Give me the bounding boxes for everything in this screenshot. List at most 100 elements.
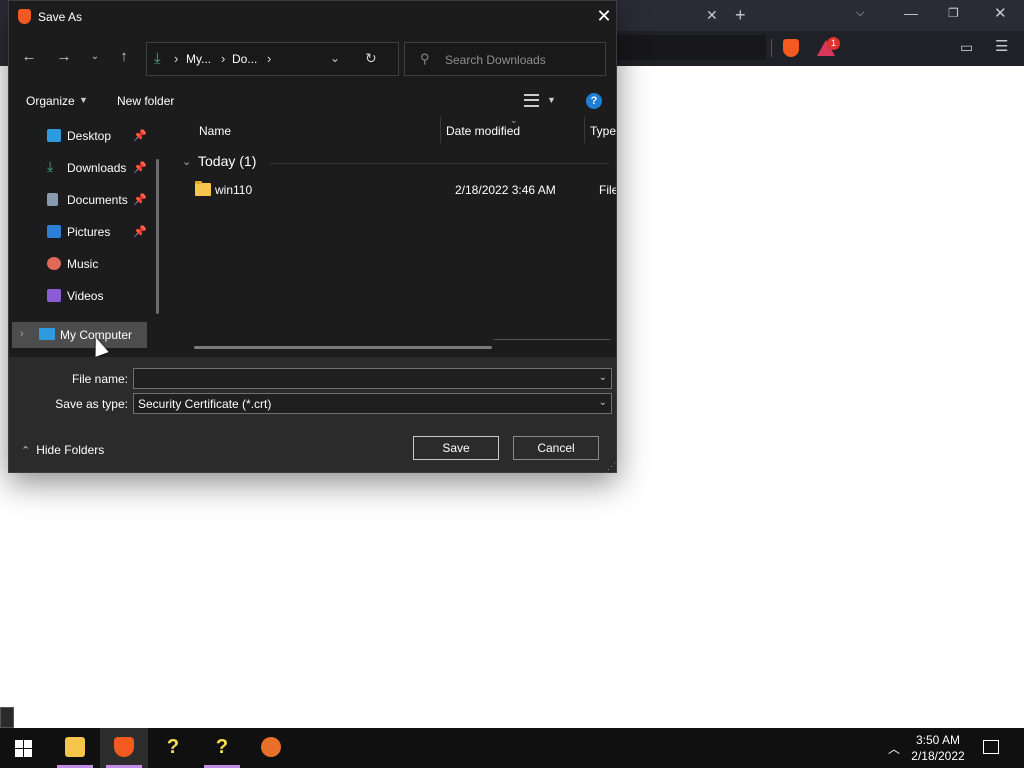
url-bar[interactable]: [616, 35, 766, 60]
refresh-icon[interactable]: ↻: [365, 50, 377, 67]
nav-item-music[interactable]: Music: [9, 249, 159, 277]
nav-item-pictures[interactable]: Pictures 📌: [9, 217, 159, 245]
new-folder-button[interactable]: New folder: [117, 94, 174, 108]
nav-item-label: Music: [67, 257, 99, 271]
nav-scrollbar[interactable]: [156, 159, 159, 314]
expand-chevron-icon[interactable]: ›: [20, 328, 24, 340]
music-icon: [47, 257, 61, 270]
start-button[interactable]: [15, 740, 32, 757]
nav-item-label: Desktop: [67, 129, 112, 143]
brave-app-icon: [18, 9, 31, 24]
up-arrow-icon[interactable]: ↑: [114, 47, 134, 67]
forward-arrow-icon[interactable]: →: [54, 47, 74, 67]
nav-item-my-computer[interactable]: › My Computer: [12, 322, 147, 348]
desktop-icon: [47, 129, 61, 142]
search-input[interactable]: ⚲ Search Downloads: [404, 42, 606, 76]
breadcrumb-my[interactable]: My...: [186, 52, 211, 66]
browser-tabstrip: ✕ + ⌵ — ❐ ✕: [616, 0, 1024, 31]
resize-grip-icon[interactable]: ⋰: [607, 461, 616, 472]
nav-item-desktop[interactable]: Desktop 📌: [9, 121, 159, 149]
group-collapse-chevron-icon[interactable]: ⌄: [182, 155, 191, 168]
back-arrow-icon[interactable]: ←: [19, 47, 39, 67]
breadcrumb-downloads[interactable]: Do...: [232, 52, 257, 66]
file-type: File folder: [599, 183, 616, 197]
nav-item-label: Documents: [67, 193, 128, 207]
save-type-dropdown-icon[interactable]: ⌄: [599, 397, 607, 408]
hide-folders-button[interactable]: ⌃ Hide Folders: [21, 443, 104, 457]
column-date-modified[interactable]: Date modified: [446, 124, 520, 138]
dialog-titlebar[interactable]: Save As ✕: [9, 1, 616, 32]
taskbar-clock[interactable]: 3:50 AM 2/18/2022: [906, 732, 970, 764]
minimize-icon[interactable]: —: [904, 6, 918, 20]
save-type-value: Security Certificate (*.crt): [138, 397, 272, 411]
file-date-modified: 2/18/2022 3:46 AM: [455, 183, 556, 197]
nav-item-documents[interactable]: Documents 📌: [9, 185, 159, 213]
file-name-dropdown-icon[interactable]: ⌄: [599, 372, 607, 383]
column-type[interactable]: Type: [590, 124, 616, 138]
unknown-app-icon: ?: [166, 736, 180, 758]
rewards-badge: 1: [827, 37, 840, 50]
pictures-icon: [47, 225, 61, 238]
windows-logo-icon: [15, 749, 23, 757]
tab-search-chevron-icon[interactable]: ⌵: [856, 8, 864, 19]
computer-icon: [39, 328, 55, 340]
column-divider[interactable]: [584, 117, 585, 143]
nav-item-label: Pictures: [67, 225, 111, 239]
taskbar-brave[interactable]: [100, 728, 148, 768]
help-icon[interactable]: ?: [586, 93, 602, 109]
crumb-separator-icon[interactable]: ›: [221, 51, 225, 66]
show-hidden-icons-chevron-icon[interactable]: ︿: [888, 740, 900, 757]
table-row[interactable]: win110 2/18/2022 3:46 AM File folder: [174, 177, 616, 201]
horizontal-scrollbar[interactable]: [194, 346, 492, 349]
documents-icon: [47, 193, 58, 206]
view-caret-icon[interactable]: ▼: [547, 95, 556, 105]
group-header[interactable]: ⌄ Today (1): [174, 153, 610, 173]
hide-folders-label: Hide Folders: [36, 443, 105, 457]
address-dropdown-icon[interactable]: ⌄: [330, 51, 340, 65]
brave-icon: [114, 737, 134, 757]
unknown-app-icon: ?: [215, 736, 229, 758]
notifications-icon[interactable]: [983, 740, 999, 754]
downloads-icon: ⤓: [47, 158, 54, 174]
column-name[interactable]: Name: [199, 124, 231, 138]
nav-item-downloads[interactable]: ⤓ Downloads 📌: [9, 153, 159, 181]
chevron-up-icon: ⌃: [21, 445, 31, 457]
taskbar-file-explorer[interactable]: [51, 728, 99, 768]
taskbar-firefox[interactable]: [247, 728, 295, 768]
clock-time: 3:50 AM: [915, 733, 961, 747]
navigation-pane: Desktop 📌 ⤓ Downloads 📌 Documents 📌 Pict…: [9, 119, 164, 355]
menu-icon[interactable]: ☰: [995, 39, 1008, 54]
tab-close-icon[interactable]: ✕: [706, 8, 718, 22]
nav-item-label: Downloads: [67, 161, 127, 175]
wallet-icon[interactable]: ▭: [960, 40, 973, 54]
window-close-icon[interactable]: ✕: [994, 6, 1007, 21]
taskbar-unknown-app[interactable]: ?: [149, 728, 197, 768]
crumb-separator-icon[interactable]: ›: [174, 51, 178, 66]
command-bar: Organize ▼ New folder ▼ ?: [9, 87, 616, 115]
taskbar-unknown-app[interactable]: ?: [198, 728, 246, 768]
windows-logo-icon: [24, 740, 32, 748]
group-label: Today (1): [198, 153, 257, 169]
new-tab-icon[interactable]: +: [735, 6, 746, 24]
file-name-input[interactable]: ⌄: [133, 368, 612, 389]
organize-button[interactable]: Organize: [26, 94, 75, 108]
organize-caret-icon[interactable]: ▼: [79, 95, 88, 105]
toolbar-divider: [771, 39, 772, 57]
cancel-button[interactable]: Cancel: [513, 436, 599, 460]
file-name: win110: [215, 183, 253, 197]
save-as-dialog: Save As ✕ ← → ⌄ ↑ ⤓ › My... › Do... › ⌄ …: [8, 0, 617, 473]
recent-locations-chevron-icon[interactable]: ⌄: [85, 47, 105, 67]
address-bar[interactable]: ⤓ › My... › Do... › ⌄ ↻: [146, 42, 399, 76]
column-divider[interactable]: [440, 117, 441, 143]
nav-item-videos[interactable]: Videos: [9, 281, 159, 309]
windows-logo-icon: [24, 749, 32, 757]
save-type-select[interactable]: Security Certificate (*.crt) ⌄: [133, 393, 612, 414]
save-button[interactable]: Save: [413, 436, 499, 460]
windows-logo-icon: [15, 740, 23, 748]
restore-icon[interactable]: ❐: [948, 7, 959, 19]
brave-shields-icon[interactable]: [783, 39, 799, 57]
crumb-separator-icon[interactable]: ›: [267, 51, 271, 66]
view-options-icon[interactable]: [524, 94, 539, 107]
dialog-close-button[interactable]: ✕: [594, 6, 614, 26]
pin-icon: 📌: [133, 226, 147, 238]
